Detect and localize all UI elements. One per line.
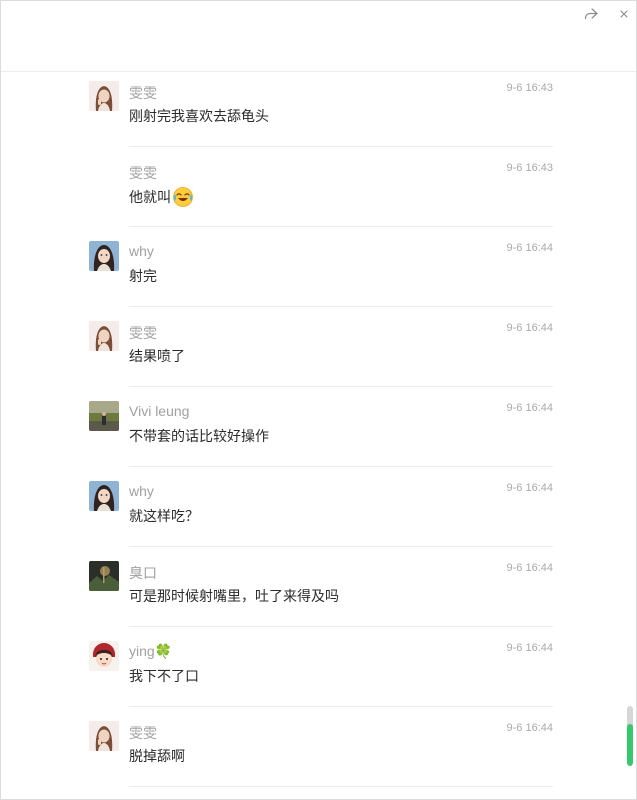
- message-text: 可是那时候射嘴里，吐了来得及吗: [129, 586, 339, 606]
- avatar[interactable]: [89, 561, 119, 591]
- avatar-wenwen-icon: [89, 321, 119, 351]
- avatar[interactable]: [89, 401, 119, 431]
- message-text-content: 结果喷了: [129, 348, 185, 364]
- avatar[interactable]: [89, 481, 119, 511]
- message-time: 9-6 16:43: [506, 82, 553, 94]
- message-time: 9-6 16:44: [506, 322, 553, 334]
- message-time: 9-6 16:44: [506, 642, 553, 654]
- message-item: 雯雯 9-6 16:43 刚射完我喜欢去舔龟头: [1, 73, 636, 153]
- message-text-content: 他就叫: [129, 189, 171, 205]
- message-text-content: 不带套的话比较好操作: [129, 428, 269, 444]
- divider: [129, 146, 553, 147]
- sender-name: 雯雯: [129, 725, 157, 741]
- divider: [129, 786, 553, 787]
- laugh-cry-emoji-icon: [173, 187, 193, 207]
- message-text: 射完: [129, 266, 157, 286]
- avatar-ying-icon: [89, 641, 119, 671]
- avatar-wenwen-icon: [89, 81, 119, 111]
- sender-name: 雯雯: [129, 325, 157, 341]
- message-item: 雯雯 9-6 16:44 结果喷了: [1, 313, 636, 393]
- sender-name: why: [129, 243, 154, 259]
- message-time: 9-6 16:44: [506, 722, 553, 734]
- avatar-wenwen-icon: [89, 721, 119, 751]
- message-text-content: 射完: [129, 268, 157, 284]
- divider: [129, 466, 553, 467]
- share-button[interactable]: [580, 5, 602, 23]
- divider: [129, 386, 553, 387]
- sender-name: Vivi leung: [129, 403, 190, 419]
- avatar[interactable]: [89, 721, 119, 751]
- message-text: 就这样吃？: [129, 506, 199, 526]
- message-time: 9-6 16:44: [506, 242, 553, 254]
- divider: [129, 546, 553, 547]
- sender-name: ying🍀: [129, 643, 173, 659]
- avatar-chou-icon: [89, 561, 119, 591]
- message-item: why 9-6 16:44 就这样吃？: [1, 473, 636, 553]
- chat-history-window: 雯雯 9-6 16:43 刚射完我喜欢去舔龟头 雯雯 9-6 16:43 他就叫: [0, 0, 637, 800]
- message-time: 9-6 16:44: [506, 482, 553, 494]
- avatar[interactable]: [89, 321, 119, 351]
- message-text: 不带套的话比较好操作: [129, 426, 269, 446]
- avatar[interactable]: [89, 241, 119, 271]
- divider: [129, 706, 553, 707]
- close-icon: [620, 10, 628, 18]
- message-text: 刚射完我喜欢去舔龟头: [129, 106, 269, 126]
- sender-name: 雯雯: [129, 165, 157, 181]
- divider: [129, 226, 553, 227]
- message-item: 臭口 9-6 16:44 可是那时候射嘴里，吐了来得及吗: [1, 553, 636, 633]
- message-time: 9-6 16:44: [506, 402, 553, 414]
- message-item: 雯雯 9-6 16:44 脱掉舔啊: [1, 713, 636, 793]
- message-text-content: 脱掉舔啊: [129, 748, 185, 764]
- avatar-why-icon: [89, 241, 119, 271]
- avatar[interactable]: [89, 641, 119, 671]
- message-text: 脱掉舔啊: [129, 746, 185, 766]
- message-text-content: 我下不了口: [129, 668, 199, 684]
- message-text: 他就叫: [129, 186, 194, 208]
- message-item: Vivi leung 9-6 16:44 不带套的话比较好操作: [1, 393, 636, 473]
- avatar-why-icon: [89, 481, 119, 511]
- message-item: 雯雯 9-6 16:43 他就叫: [1, 153, 636, 233]
- message-time: 9-6 16:44: [506, 562, 553, 574]
- message-time: 9-6 16:43: [506, 162, 553, 174]
- title-bar: [1, 1, 636, 72]
- close-button[interactable]: [613, 5, 635, 23]
- message-text-content: 刚射完我喜欢去舔龟头: [129, 108, 269, 124]
- scrollbar-thumb[interactable]: [627, 724, 633, 766]
- avatar[interactable]: [89, 81, 119, 111]
- sender-name: why: [129, 483, 154, 499]
- message-item: why 9-6 16:44 射完: [1, 233, 636, 313]
- message-text: 我下不了口: [129, 666, 199, 686]
- message-text-content: 就这样吃？: [129, 508, 199, 524]
- scrollbar[interactable]: [627, 706, 633, 766]
- divider: [129, 306, 553, 307]
- sender-name: 雯雯: [129, 85, 157, 101]
- avatar-vivi-icon: [89, 401, 119, 431]
- share-icon: [584, 8, 598, 20]
- message-list[interactable]: 雯雯 9-6 16:43 刚射完我喜欢去舔龟头 雯雯 9-6 16:43 他就叫: [1, 73, 636, 800]
- message-text: 结果喷了: [129, 346, 185, 366]
- message-item: ying🍀 9-6 16:44 我下不了口: [1, 633, 636, 713]
- sender-name: 臭口: [129, 565, 157, 581]
- divider: [129, 626, 553, 627]
- message-text-content: 可是那时候射嘴里，吐了来得及吗: [129, 588, 339, 604]
